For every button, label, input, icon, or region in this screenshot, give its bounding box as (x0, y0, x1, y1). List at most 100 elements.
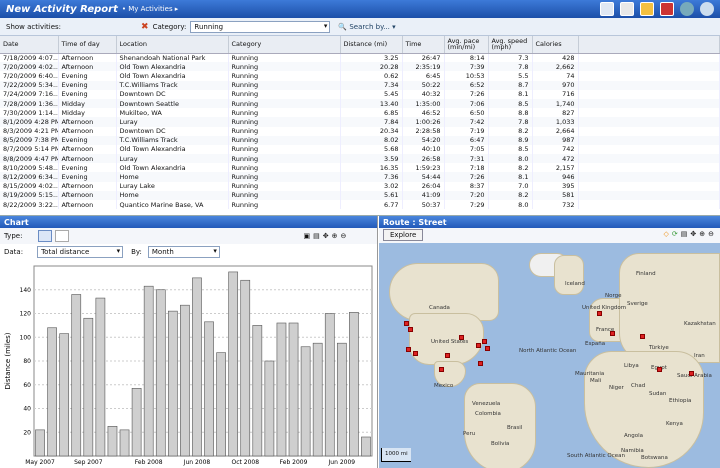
table-cell-filler (578, 181, 720, 191)
route-marker[interactable] (404, 321, 409, 326)
table-cell: 2,664 (532, 126, 579, 136)
table-cell: 54:44 (402, 172, 445, 182)
map-marker-icon[interactable]: ◇ (663, 230, 668, 238)
bar (276, 322, 287, 457)
route-marker[interactable] (459, 335, 464, 340)
chart-export-icon[interactable]: ▣ (303, 232, 310, 240)
table-row[interactable]: 8/7/2009 5:14 PM Afternoon Old Town Alexan… (0, 144, 720, 155)
table-row[interactable]: 7/24/2009 7:16... Evening Downtown DC Runni… (0, 89, 720, 99)
route-marker[interactable] (610, 331, 615, 336)
map-refresh-icon[interactable]: ⟳ (672, 230, 678, 238)
delete-icon[interactable] (660, 2, 674, 16)
forward-arrow-icon[interactable] (700, 2, 714, 16)
zoom-out-icon[interactable]: ⊖ (340, 232, 346, 240)
table-cell: 7:26 (444, 172, 489, 182)
route-marker[interactable] (406, 347, 411, 352)
table-row[interactable]: 8/8/2009 4:47 PM Afternoon Luray Running 3.5… (0, 154, 720, 164)
table-row[interactable]: 8/15/2009 4:02... Afternoon Luray Lake Runn… (0, 181, 720, 191)
table-row[interactable]: 8/12/2009 6:34... Evening Home Running 7.36 5… (0, 172, 720, 182)
column-header[interactable]: Category (228, 36, 341, 54)
bar-chart-type-icon[interactable] (38, 230, 53, 242)
table-row[interactable]: 8/3/2009 4:21 PM Afternoon Downtown DC Runn… (0, 126, 720, 136)
bar (167, 310, 178, 457)
table-row[interactable]: 7/30/2009 1:14... Midday Mukilteo, WA Runni… (0, 108, 720, 118)
map-label-mali: Mali (590, 378, 602, 384)
table-row[interactable]: 8/19/2009 5:15... Afternoon Home Running 5.6… (0, 190, 720, 200)
by-label: By: (131, 248, 142, 256)
map-save-icon[interactable]: ▤ (681, 230, 688, 238)
bar (35, 429, 45, 457)
map-label-ethiopia: Ethiopia (669, 398, 692, 404)
activity-table: Date Time of day Location Category Distance … (0, 36, 720, 216)
list-view-icon[interactable] (600, 2, 614, 16)
table-row[interactable]: 8/10/2009 5:48... Evening Old Town Alexand… (0, 163, 720, 173)
table-cell-filler (578, 53, 720, 63)
route-marker[interactable] (657, 367, 662, 372)
table-row[interactable]: 8/5/2009 7:38 PM Evening T.C.Williams Trac… (0, 135, 720, 145)
breadcrumb[interactable]: • My Activities ▸ (122, 5, 178, 13)
column-header[interactable]: Calories (532, 36, 579, 54)
table-row[interactable]: 8/22/2009 3:22... Afternoon Quantico Marin… (0, 200, 720, 210)
route-marker[interactable] (482, 339, 487, 344)
route-marker[interactable] (689, 371, 694, 376)
table-row[interactable]: 7/20/2009 4:02... Afternoon Old Town Alexa… (0, 62, 720, 72)
route-marker[interactable] (413, 351, 418, 356)
line-chart-type-icon[interactable] (55, 230, 70, 242)
route-marker[interactable] (408, 327, 413, 332)
table-cell: 6:45 (402, 71, 445, 81)
table-cell: 3.25 (340, 53, 403, 63)
back-arrow-icon[interactable] (680, 2, 694, 16)
column-header[interactable]: Time of day (58, 36, 117, 54)
map-zoom-out-icon[interactable]: ⊖ (708, 230, 714, 238)
table-row[interactable]: 7/28/2009 1:36... Midday Downtown Seattle R… (0, 98, 720, 109)
by-select[interactable]: Month (147, 246, 220, 258)
table-cell: Downtown DC (116, 89, 229, 99)
table-cell: 7:20 (444, 190, 489, 200)
equipment-icon[interactable] (640, 2, 654, 16)
map-label-brasil: Brasil (507, 425, 523, 431)
explore-button[interactable]: Explore (383, 229, 424, 241)
table-cell: 46:52 (402, 108, 445, 118)
shoe-icon[interactable] (620, 2, 634, 16)
bar (252, 325, 263, 457)
column-header-filler (578, 36, 720, 54)
column-header[interactable]: Location (116, 36, 229, 54)
table-cell: Afternoon (58, 126, 117, 136)
table-cell: Running (228, 135, 341, 145)
table-cell: T.C.Williams Track (116, 135, 229, 145)
table-cell: 732 (532, 200, 579, 210)
route-marker[interactable] (476, 343, 481, 348)
table-row[interactable]: 8/1/2009 4:28 PM Afternoon Luray Running 7.8… (0, 117, 720, 127)
chart-save-icon[interactable]: ▤ (313, 232, 320, 240)
zoom-in-icon[interactable]: ⊕ (332, 232, 338, 240)
route-marker[interactable] (640, 334, 645, 339)
column-header[interactable]: Date (0, 36, 59, 54)
table-row[interactable]: 7/20/2009 6:40... Evening Old Town Alexand… (0, 71, 720, 81)
clear-filter-icon[interactable]: ✖ (141, 22, 149, 32)
route-marker[interactable] (478, 361, 483, 366)
table-cell: Running (228, 80, 341, 90)
column-header[interactable]: Time (402, 36, 445, 54)
data-label: Data: (4, 248, 24, 256)
world-map[interactable]: Canada United States Mexico Brasil Venez… (379, 243, 720, 468)
route-marker[interactable] (445, 353, 450, 358)
table-row[interactable]: 7/22/2009 5:34... Evening T.C.Williams Tra… (0, 80, 720, 90)
route-marker[interactable] (485, 346, 490, 351)
search-by-button[interactable]: 🔍 Search by... ▾ (338, 23, 395, 31)
chart-settings-icon[interactable]: ✥ (323, 232, 329, 240)
route-marker[interactable] (597, 311, 602, 316)
table-cell: 8.2 (488, 190, 533, 200)
map-zoom-in-icon[interactable]: ⊕ (699, 230, 705, 238)
table-cell: Running (228, 98, 341, 109)
route-marker[interactable] (439, 367, 444, 372)
column-header[interactable]: Avg. speed (mph) (488, 36, 533, 54)
category-select[interactable]: Running (190, 20, 331, 33)
table-row[interactable]: 7/18/2009 4:07... Afternoon Shenandoah Nat… (0, 53, 720, 63)
data-select[interactable]: Total distance (37, 246, 124, 258)
table-cell: 6:50 (444, 108, 489, 118)
column-header[interactable]: Avg. pace (min/mi) (444, 36, 489, 54)
column-header[interactable]: Distance (mi) (340, 36, 403, 54)
table-cell: 7.8 (488, 62, 533, 72)
map-settings-icon[interactable]: ✥ (690, 230, 696, 238)
table-cell: 7:26 (444, 89, 489, 99)
